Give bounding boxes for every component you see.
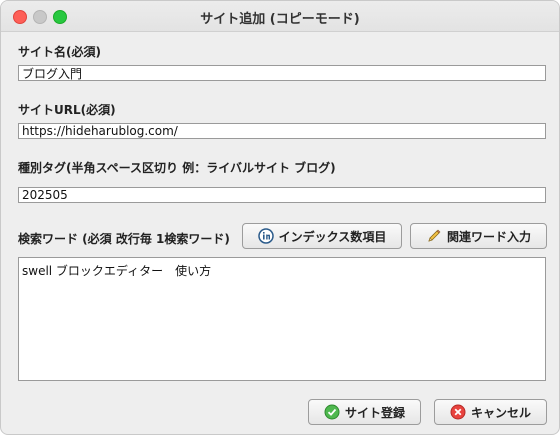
register-site-label: サイト登録 bbox=[344, 405, 405, 420]
site-url-label: サイトURL(必須) bbox=[18, 103, 116, 117]
cancel-button[interactable]: キャンセル bbox=[434, 399, 547, 425]
dialog-window: サイト追加 (コピーモード) サイト名(必須) サイトURL(必須) 種別タグ(… bbox=[0, 0, 560, 435]
related-words-label: 関連ワード入力 bbox=[446, 229, 531, 244]
tag-input[interactable] bbox=[18, 187, 546, 203]
cancel-x-icon bbox=[450, 404, 466, 420]
site-url-input[interactable] bbox=[18, 123, 546, 139]
cancel-label: キャンセル bbox=[470, 405, 531, 420]
keywords-text: swell ブロックエディター 使い方 bbox=[22, 264, 212, 278]
tag-label: 種別タグ(半角スペース区切り 例：ライバルサイト ブログ) bbox=[18, 161, 336, 175]
index-count-label: インデックス数項目 bbox=[278, 229, 387, 244]
keywords-textarea[interactable]: swell ブロックエディター 使い方 bbox=[18, 257, 546, 381]
keywords-label: 検索ワード (必須 改行毎 1検索ワード) bbox=[18, 232, 230, 246]
title-bar: サイト追加 (コピーモード) bbox=[1, 1, 559, 32]
check-circle-icon bbox=[324, 404, 340, 420]
index-icon bbox=[257, 228, 274, 244]
site-name-label: サイト名(必須) bbox=[18, 45, 101, 59]
window-title: サイト追加 (コピーモード) bbox=[200, 12, 360, 27]
index-count-button[interactable]: インデックス数項目 bbox=[242, 223, 402, 249]
site-name-input[interactable] bbox=[18, 65, 546, 81]
register-site-button[interactable]: サイト登録 bbox=[308, 399, 421, 425]
pencil-icon bbox=[426, 228, 442, 244]
related-words-button[interactable]: 関連ワード入力 bbox=[410, 223, 547, 249]
